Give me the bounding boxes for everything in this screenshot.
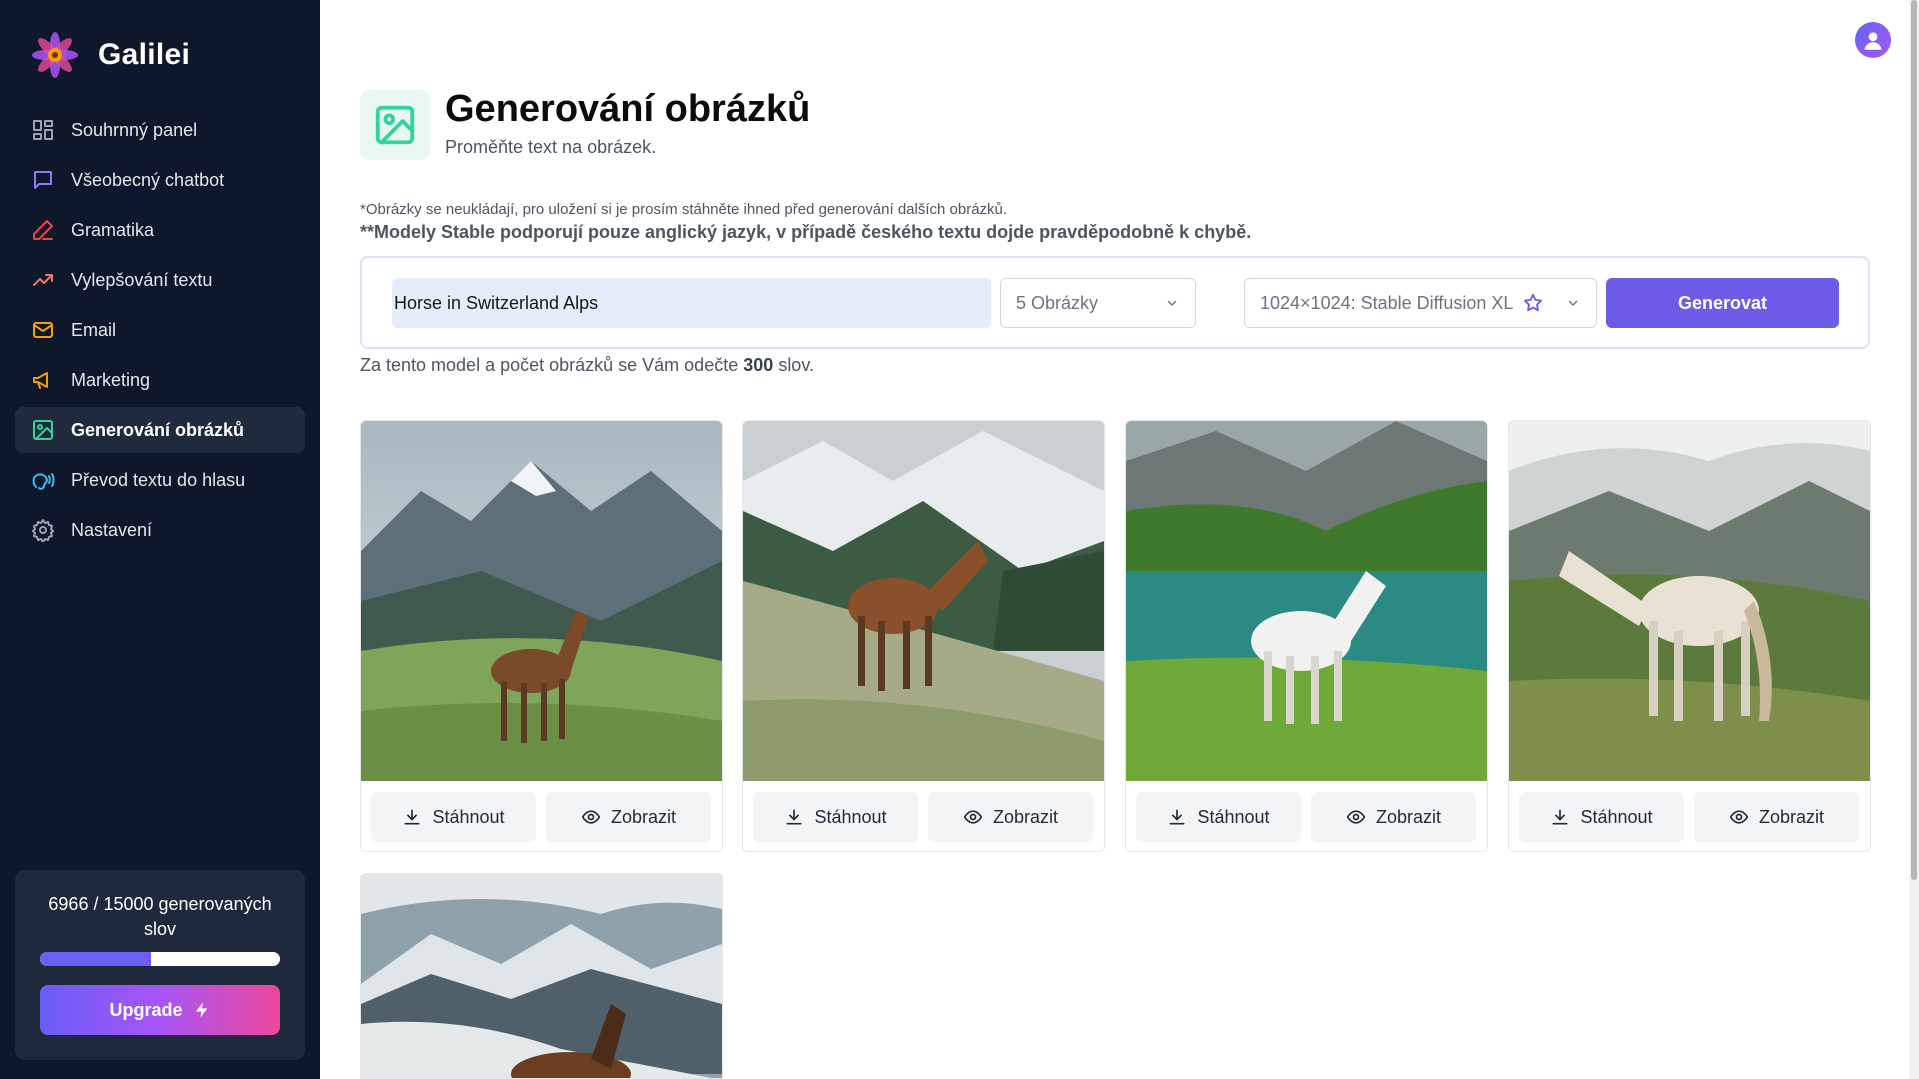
voice-icon	[30, 467, 56, 493]
eye-icon	[581, 810, 601, 824]
image-card: Stáhnout Zobrazit	[1125, 420, 1488, 852]
upgrade-label: Upgrade	[109, 999, 183, 1020]
generated-image[interactable]	[361, 874, 722, 1079]
lightning-icon	[195, 1002, 207, 1018]
cost-note: Za tento model a počet obrázků se Vám od…	[360, 355, 814, 376]
eye-icon	[1729, 810, 1749, 824]
sidebar-item-label: Vylepšování textu	[71, 269, 213, 290]
mail-icon	[30, 317, 56, 343]
sidebar-item-label: Souhrnný panel	[71, 119, 198, 140]
chevron-down-icon	[1568, 300, 1578, 306]
megaphone-icon	[30, 367, 56, 393]
download-button[interactable]: Stáhnout	[1136, 792, 1301, 842]
image-card	[360, 873, 723, 1079]
user-avatar[interactable]	[1855, 22, 1891, 58]
scrollbar-thumb[interactable]	[1911, 0, 1917, 880]
download-icon	[404, 809, 420, 825]
view-label: Zobrazit	[610, 806, 677, 827]
cost-amount: 300	[743, 355, 774, 375]
generate-button[interactable]: Generovat	[1606, 278, 1839, 328]
pen-icon	[30, 217, 56, 243]
eye-icon	[1346, 810, 1366, 824]
prompt-input[interactable]	[392, 278, 991, 328]
page-image-icon	[360, 90, 430, 160]
download-label: Stáhnout	[432, 806, 505, 827]
galilei-logo-icon	[32, 32, 78, 78]
upgrade-button[interactable]: Upgrade	[40, 985, 280, 1035]
sidebar-item-label: Všeobecný chatbot	[71, 169, 225, 190]
model-value: 1024×1024: Stable Diffusion XL	[1260, 292, 1514, 313]
download-label: Stáhnout	[1197, 806, 1270, 827]
page-subtitle: Proměňte text na obrázek.	[445, 137, 657, 157]
generated-image[interactable]	[361, 421, 722, 781]
view-label: Zobrazit	[992, 806, 1059, 827]
generated-image[interactable]	[743, 421, 1104, 781]
sidebar-item-settings[interactable]: Nastavení	[15, 507, 305, 553]
view-button[interactable]: Zobrazit	[928, 792, 1093, 842]
sidebar-item-label: Gramatika	[71, 219, 155, 240]
sidebar-item-label: Email	[71, 319, 117, 340]
notice-save-images: *Obrázky se neukládají, pro uložení si j…	[360, 201, 1008, 218]
sidebar-item-text-to-speech[interactable]: Převod textu do hlasu	[15, 457, 305, 503]
download-button[interactable]: Stáhnout	[371, 792, 536, 842]
page-title: Generování obrázků	[445, 88, 811, 130]
sidebar-item-chatbot[interactable]: Všeobecný chatbot	[15, 157, 305, 203]
image-count-select[interactable]: 5 Obrázky	[1000, 278, 1196, 328]
view-label: Zobrazit	[1758, 806, 1825, 827]
gear-icon	[30, 517, 56, 543]
view-button[interactable]: Zobrazit	[546, 792, 711, 842]
user-icon	[1864, 32, 1882, 50]
download-icon	[786, 809, 802, 825]
generated-image[interactable]	[1509, 421, 1870, 781]
sidebar-item-grammar[interactable]: Gramatika	[15, 207, 305, 253]
credits-panel: 6966 / 15000 generovaných slov Upgrade	[15, 870, 305, 1060]
sidebar-item-text-improve[interactable]: Vylepšování textu	[15, 257, 305, 303]
credits-text: 6966 / 15000 generovaných slov	[48, 894, 272, 939]
generated-image[interactable]	[1126, 421, 1487, 781]
sidebar-item-image-generation[interactable]: Generování obrázků	[15, 407, 305, 453]
image-card: Stáhnout Zobrazit	[360, 420, 723, 852]
sidebar-item-email[interactable]: Email	[15, 307, 305, 353]
brand-name: Galilei	[98, 38, 191, 71]
image-count-value: 5 Obrázky	[1016, 292, 1099, 313]
image-card: Stáhnout Zobrazit	[1508, 420, 1871, 852]
sidebar-item-label: Převod textu do hlasu	[71, 469, 246, 490]
notice-english-only: **Modely Stable podporují pouze anglický…	[360, 222, 1252, 242]
image-icon	[30, 417, 56, 443]
chat-icon	[30, 167, 56, 193]
eye-icon	[963, 810, 983, 824]
cost-suffix: slov.	[778, 355, 814, 375]
sidebar-item-label: Marketing	[71, 369, 151, 390]
download-label: Stáhnout	[1580, 806, 1653, 827]
generation-form: 5 Obrázky 1024×1024: Stable Diffusion XL…	[360, 256, 1870, 349]
download-icon	[1552, 809, 1568, 825]
cost-prefix: Za tento model a počet obrázků se Vám od…	[360, 355, 739, 375]
chevron-down-icon	[1167, 300, 1177, 306]
sidebar-nav: Souhrnný panel Všeobecný chatbot Gramati…	[15, 107, 305, 557]
sidebar-item-marketing[interactable]: Marketing	[15, 357, 305, 403]
download-button[interactable]: Stáhnout	[753, 792, 918, 842]
sidebar-item-label: Generování obrázků	[71, 419, 245, 440]
view-label: Zobrazit	[1375, 806, 1442, 827]
image-card: Stáhnout Zobrazit	[742, 420, 1105, 852]
brand[interactable]: Galilei	[30, 30, 190, 80]
credits-progress-fill	[40, 952, 152, 966]
view-button[interactable]: Zobrazit	[1694, 792, 1859, 842]
download-icon	[1169, 809, 1185, 825]
star-icon[interactable]	[1522, 292, 1544, 314]
sidebar-item-dashboard[interactable]: Souhrnný panel	[15, 107, 305, 153]
sidebar: Galilei Souhrnný panel Všeobecný chatbot…	[0, 0, 320, 1079]
trend-up-icon	[30, 267, 56, 293]
view-button[interactable]: Zobrazit	[1311, 792, 1476, 842]
model-select[interactable]: 1024×1024: Stable Diffusion XL	[1244, 278, 1597, 328]
credits-progress-bar	[40, 952, 280, 966]
sidebar-item-label: Nastavení	[71, 519, 153, 540]
download-label: Stáhnout	[814, 806, 887, 827]
download-button[interactable]: Stáhnout	[1519, 792, 1684, 842]
dashboard-icon	[30, 117, 56, 143]
